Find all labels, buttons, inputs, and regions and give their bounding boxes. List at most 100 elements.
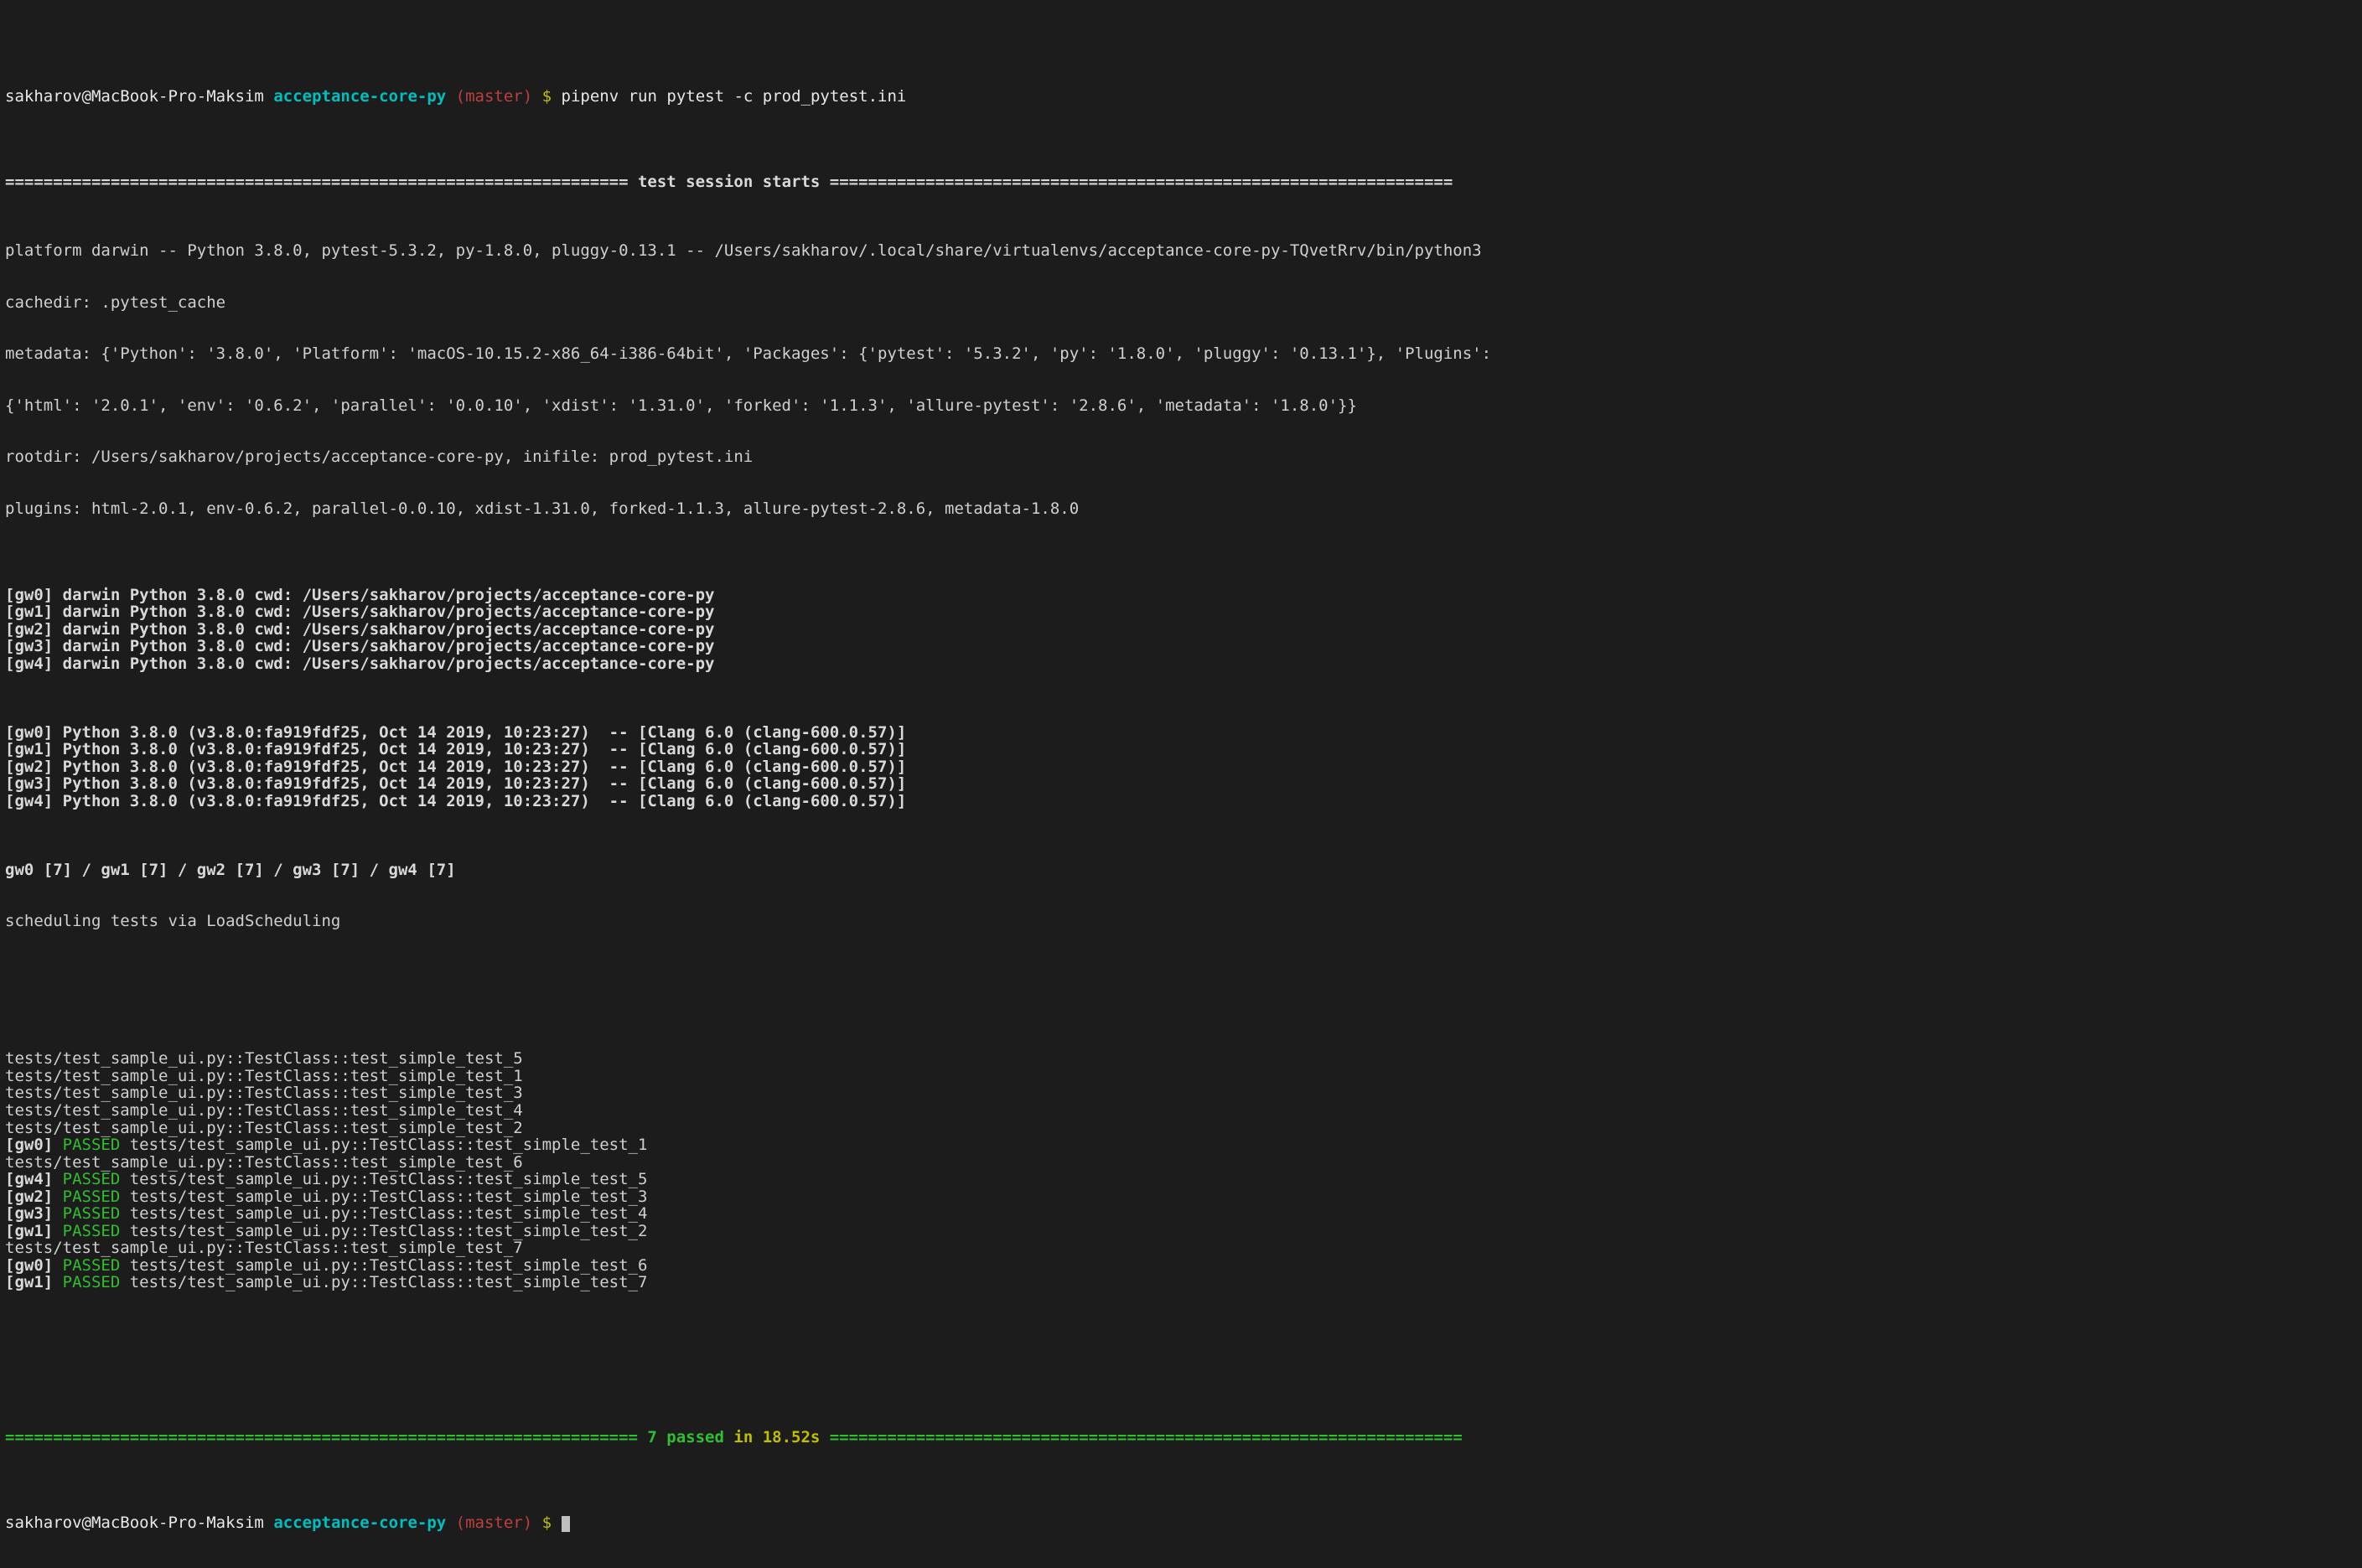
rootdir-line: rootdir: /Users/sakharov/projects/accept… <box>5 448 2357 466</box>
prompt-dollar: $ <box>542 87 552 106</box>
plugins-line: plugins: html-2.0.1, env-0.6.2, parallel… <box>5 500 2357 518</box>
platform-line: platform darwin -- Python 3.8.0, pytest-… <box>5 242 2357 260</box>
worker-id: [gw3] <box>5 637 53 655</box>
result-worker-id: [gw0] <box>5 1256 63 1275</box>
prompt-cwd: acceptance-core-py <box>273 87 446 106</box>
result-line: [gw0] PASSED tests/test_sample_ui.py::Te… <box>5 1257 2357 1275</box>
metadata-line-2: {'html': '2.0.1', 'env': '0.6.2', 'paral… <box>5 397 2357 415</box>
result-worker-id: [gw0] <box>5 1136 63 1154</box>
prompt-branch: (master) <box>456 1514 533 1532</box>
prompt-branch: (master) <box>456 87 533 106</box>
result-line: [gw1] PASSED tests/test_sample_ui.py::Te… <box>5 1223 2357 1240</box>
summary-passed: 7 passed <box>638 1428 724 1446</box>
result-status: PASSED <box>63 1204 121 1223</box>
result-worker-id: [gw4] <box>5 1170 63 1188</box>
result-status: PASSED <box>63 1136 121 1154</box>
result-path: tests/test_sample_ui.py::TestClass::test… <box>120 1188 657 1206</box>
worker-cwd-line: [gw4] darwin Python 3.8.0 cwd: /Users/sa… <box>5 655 2357 673</box>
rule-left: ========================================… <box>5 173 629 191</box>
result-path: tests/test_sample_ui.py::TestClass::test… <box>120 1204 657 1223</box>
test-results-block: tests/test_sample_ui.py::TestClass::test… <box>5 1050 2357 1291</box>
worker-cwd-line: [gw3] darwin Python 3.8.0 cwd: /Users/sa… <box>5 638 2357 655</box>
worker-id: [gw4] <box>5 792 53 810</box>
workers-version-block: [gw0] Python 3.8.0 (v3.8.0:fa919fdf25, O… <box>5 724 2357 810</box>
worker-cwd-line: [gw0] darwin Python 3.8.0 cwd: /Users/sa… <box>5 587 2357 604</box>
worker-version-line: [gw0] Python 3.8.0 (v3.8.0:fa919fdf25, O… <box>5 724 2357 742</box>
worker-version-text: Python 3.8.0 (v3.8.0:fa919fdf25, Oct 14 … <box>53 792 906 810</box>
worker-cwd-text: darwin Python 3.8.0 cwd: /Users/sakharov… <box>53 620 714 639</box>
blank-line <box>5 965 2357 982</box>
cachedir-line: cachedir: .pytest_cache <box>5 294 2357 312</box>
result-status: PASSED <box>63 1188 121 1206</box>
result-line: tests/test_sample_ui.py::TestClass::test… <box>5 1068 2357 1085</box>
result-line: [gw2] PASSED tests/test_sample_ui.py::Te… <box>5 1188 2357 1206</box>
worker-id: [gw1] <box>5 740 53 758</box>
terminal[interactable]: sakharov@MacBook-Pro-Maksim acceptance-c… <box>0 0 2362 1568</box>
prompt-user-host: sakharov@MacBook-Pro-Maksim <box>5 87 264 106</box>
summary-time: in 18.52s <box>724 1428 830 1446</box>
cursor-icon <box>562 1516 570 1532</box>
worker-version-line: [gw1] Python 3.8.0 (v3.8.0:fa919fdf25, O… <box>5 741 2357 758</box>
result-status: PASSED <box>63 1273 121 1291</box>
prompt-cwd: acceptance-core-py <box>273 1514 446 1532</box>
result-line: [gw3] PASSED tests/test_sample_ui.py::Te… <box>5 1205 2357 1223</box>
worker-cwd-text: darwin Python 3.8.0 cwd: /Users/sakharov… <box>53 586 714 604</box>
result-line: [gw1] PASSED tests/test_sample_ui.py::Te… <box>5 1274 2357 1291</box>
result-path: tests/test_sample_ui.py::TestClass::test… <box>120 1170 657 1188</box>
worker-version-line: [gw4] Python 3.8.0 (v3.8.0:fa919fdf25, O… <box>5 793 2357 810</box>
result-line: tests/test_sample_ui.py::TestClass::test… <box>5 1239 2357 1257</box>
result-path: tests/test_sample_ui.py::TestClass::test… <box>120 1136 657 1154</box>
workers-cwd-block: [gw0] darwin Python 3.8.0 cwd: /Users/sa… <box>5 587 2357 673</box>
worker-version-text: Python 3.8.0 (v3.8.0:fa919fdf25, Oct 14 … <box>53 758 906 776</box>
summary-rule-left: ========================================… <box>5 1428 638 1446</box>
worker-cwd-text: darwin Python 3.8.0 cwd: /Users/sakharov… <box>53 655 714 673</box>
result-status: PASSED <box>63 1222 121 1240</box>
worker-version-line: [gw3] Python 3.8.0 (v3.8.0:fa919fdf25, O… <box>5 775 2357 793</box>
prompt-user-host: sakharov@MacBook-Pro-Maksim <box>5 1514 264 1532</box>
prompt-line-1: sakharov@MacBook-Pro-Maksim acceptance-c… <box>5 70 2357 105</box>
prompt-dollar: $ <box>542 1514 552 1532</box>
rule-right: ========================================… <box>830 173 1453 191</box>
scheduling-line: scheduling tests via LoadScheduling <box>5 913 2357 930</box>
result-path: tests/test_sample_ui.py::TestClass::test… <box>120 1273 657 1291</box>
result-status: PASSED <box>63 1256 121 1275</box>
worker-cwd-line: [gw1] darwin Python 3.8.0 cwd: /Users/sa… <box>5 603 2357 621</box>
session-header: ========================================… <box>5 173 2357 191</box>
worker-cwd-line: [gw2] darwin Python 3.8.0 cwd: /Users/sa… <box>5 621 2357 639</box>
worker-id: [gw0] <box>5 723 53 742</box>
worker-id: [gw3] <box>5 774 53 793</box>
result-line: tests/test_sample_ui.py::TestClass::test… <box>5 1050 2357 1068</box>
result-status: PASSED <box>63 1170 121 1188</box>
result-line: tests/test_sample_ui.py::TestClass::test… <box>5 1154 2357 1172</box>
result-worker-id: [gw1] <box>5 1222 63 1240</box>
worker-version-text: Python 3.8.0 (v3.8.0:fa919fdf25, Oct 14 … <box>53 774 906 793</box>
result-line: tests/test_sample_ui.py::TestClass::test… <box>5 1102 2357 1120</box>
result-worker-id: [gw2] <box>5 1188 63 1206</box>
worker-id: [gw2] <box>5 758 53 776</box>
worker-cwd-text: darwin Python 3.8.0 cwd: /Users/sakharov… <box>53 637 714 655</box>
result-path: tests/test_sample_ui.py::TestClass::test… <box>120 1222 657 1240</box>
prompt-line-2: sakharov@MacBook-Pro-Maksim acceptance-c… <box>5 1514 2357 1532</box>
result-line: tests/test_sample_ui.py::TestClass::test… <box>5 1084 2357 1102</box>
blank-line-2 <box>5 1343 2357 1360</box>
result-line: [gw0] PASSED tests/test_sample_ui.py::Te… <box>5 1136 2357 1154</box>
result-path: tests/test_sample_ui.py::TestClass::test… <box>120 1256 657 1275</box>
worker-id: [gw4] <box>5 655 53 673</box>
worker-version-text: Python 3.8.0 (v3.8.0:fa919fdf25, Oct 14 … <box>53 740 906 758</box>
worker-id: [gw0] <box>5 586 53 604</box>
worker-id: [gw2] <box>5 620 53 639</box>
session-title: test session starts <box>629 173 830 191</box>
worker-version-text: Python 3.8.0 (v3.8.0:fa919fdf25, Oct 14 … <box>53 723 906 742</box>
summary-rule-right: ========================================… <box>830 1428 1463 1446</box>
worker-id: [gw1] <box>5 603 53 621</box>
summary-line: ========================================… <box>5 1429 2357 1446</box>
result-line: tests/test_sample_ui.py::TestClass::test… <box>5 1120 2357 1137</box>
worker-version-line: [gw2] Python 3.8.0 (v3.8.0:fa919fdf25, O… <box>5 758 2357 776</box>
prompt-command: pipenv run pytest -c prod_pytest.ini <box>562 87 907 106</box>
result-line: [gw4] PASSED tests/test_sample_ui.py::Te… <box>5 1171 2357 1188</box>
gw-counts-line: gw0 [7] / gw1 [7] / gw2 [7] / gw3 [7] / … <box>5 862 2357 879</box>
worker-cwd-text: darwin Python 3.8.0 cwd: /Users/sakharov… <box>53 603 714 621</box>
result-worker-id: [gw3] <box>5 1204 63 1223</box>
result-worker-id: [gw1] <box>5 1273 63 1291</box>
metadata-line-1: metadata: {'Python': '3.8.0', 'Platform'… <box>5 345 2357 363</box>
